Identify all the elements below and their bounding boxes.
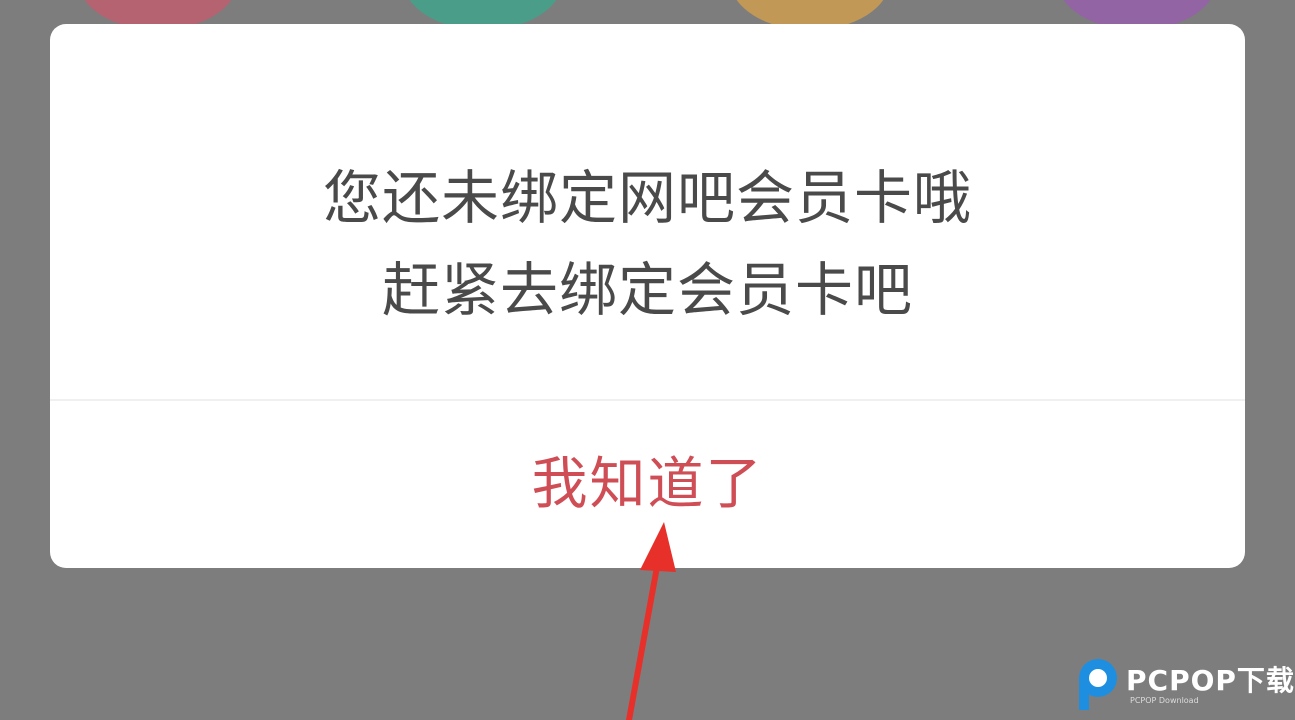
got-it-button[interactable]: 我知道了 [50, 401, 1245, 568]
pcpop-watermark: PCPOP下载 PCPOP Download [1074, 656, 1294, 714]
dialog-message-line-1: 您还未绑定网吧会员卡哦 [322, 164, 972, 232]
watermark-text: PCPOP下载 [1126, 664, 1295, 697]
alert-dialog: 您还未绑定网吧会员卡哦 赶紧去绑定会员卡吧 我知道了 [50, 24, 1245, 568]
dialog-message: 您还未绑定网吧会员卡哦 赶紧去绑定会员卡吧 [50, 152, 1245, 336]
dialog-message-line-2: 赶紧去绑定会员卡吧 [381, 256, 913, 324]
watermark-subtext: PCPOP Download [1130, 696, 1199, 705]
pcpop-logo-icon [1079, 659, 1117, 710]
